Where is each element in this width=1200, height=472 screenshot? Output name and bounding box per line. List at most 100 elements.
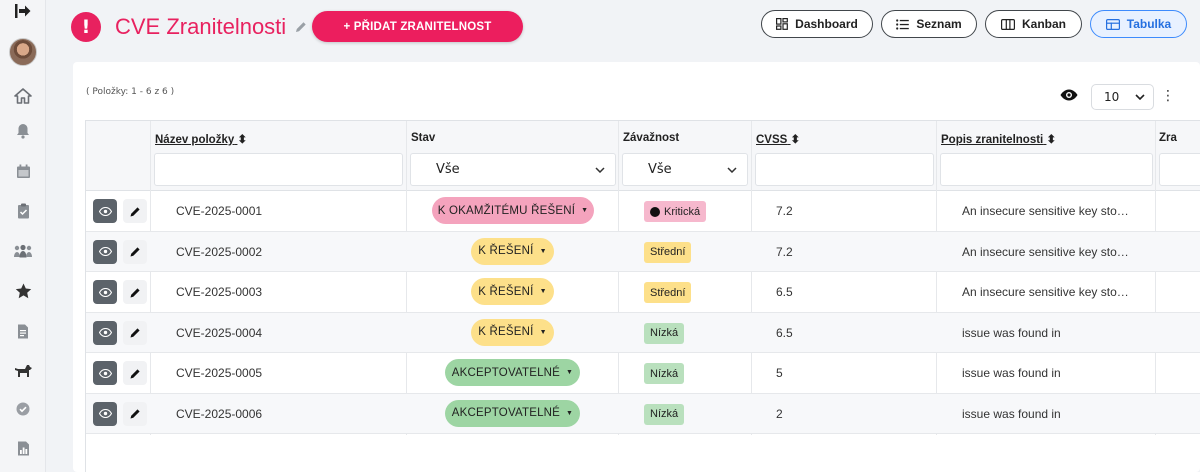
edit-row-button[interactable] [123,199,147,223]
table-row: CVE-2025-0002 K ŘEŠENÍ ▼ Střední 7.2 An i… [86,231,1200,272]
caret-down-icon: ▼ [566,409,574,417]
report-icon[interactable] [0,435,46,461]
view-row-button[interactable] [93,199,117,223]
bell-icon[interactable] [0,118,46,144]
view-dashboard-button[interactable]: Dashboard [761,10,873,38]
edit-row-button[interactable] [123,361,147,385]
logout-icon[interactable] [0,0,46,24]
status-filter-select[interactable]: Vše [410,153,616,186]
view-list-button[interactable]: Seznam [881,10,977,38]
items-count: ( Položky: 1 - 6 z 6 ) [86,87,175,97]
view-row-button[interactable] [93,280,117,304]
calendar-icon[interactable] [0,158,46,184]
cvss-filter-input[interactable] [755,153,934,186]
circle-icon [650,206,660,217]
row-description: An insecure sensitive key sto… [962,244,1129,259]
edit-row-button[interactable] [123,280,147,304]
view-row-button[interactable] [93,239,117,264]
column-cvss-header[interactable]: CVSS ⬍ [756,132,800,146]
check-circle-icon[interactable] [0,396,46,422]
caret-down-icon: ▼ [539,328,547,336]
severity-badge: Střední [644,282,692,303]
status-filter-value: Vše [436,162,460,177]
view-table-button[interactable]: Tabulka [1090,10,1187,38]
page-size-select[interactable]: 10 [1091,84,1154,110]
severity-badge: Kritická [644,201,707,222]
view-kanban-button[interactable]: Kanban [985,10,1082,38]
status-badge[interactable]: K OKAMŽITÉMU ŘEŠENÍ ▼ [432,197,594,224]
kanban-icon [1000,18,1015,30]
row-cvss: 7.2 [776,204,793,218]
pencil-icon[interactable] [295,21,307,37]
eye-icon [98,328,112,337]
page-title: CVE Zranitelnosti [115,14,287,39]
status-badge[interactable]: K ŘEŠENÍ ▼ [471,318,554,346]
sidebar [0,0,46,472]
status-badge[interactable]: AKCEPTOVATELNÉ ▼ [445,399,580,427]
view-row-button[interactable] [93,401,117,426]
row-name[interactable]: CVE-2025-0006 [176,407,262,421]
sort-icon: ⬍ [790,134,801,146]
chevron-down-icon [727,166,737,173]
caret-down-icon: ▼ [539,247,547,255]
add-vulnerability-button[interactable]: + PŘIDAT ZRANITELNOST [312,11,523,42]
column-extra-header: Zra [1159,132,1177,144]
row-name[interactable]: CVE-2025-0004 [176,326,262,340]
severity-badge: Nízká [644,363,685,384]
severity-badge: Střední [644,241,692,263]
eye-icon[interactable] [1060,89,1078,104]
eye-icon [98,287,112,297]
chevron-down-icon [1135,94,1145,100]
status-badge[interactable]: AKCEPTOVATELNÉ ▼ [445,359,580,386]
dog-icon[interactable] [0,357,46,383]
status-badge[interactable]: K ŘEŠENÍ ▼ [471,237,554,265]
table-row: CVE-2025-0006 AKCEPTOVATELNÉ ▼ Nízká 2 is… [86,393,1200,434]
row-description: An insecure sensitive key sto… [962,204,1129,218]
home-icon[interactable] [0,83,46,109]
view-row-button[interactable] [93,361,117,385]
name-filter-input[interactable] [154,153,403,186]
status-badge[interactable]: K ŘEŠENÍ ▼ [471,278,554,305]
view-label: Tabulka [1126,17,1172,31]
sort-icon: ⬍ [1046,134,1057,146]
row-cvss: 7.2 [776,244,793,259]
users-icon[interactable] [0,238,46,264]
eye-icon [98,409,112,418]
caret-down-icon: ▼ [581,207,589,214]
pencil-icon [130,287,140,297]
row-name[interactable]: CVE-2025-0001 [176,204,262,218]
row-name[interactable]: CVE-2025-0002 [176,245,262,259]
eye-icon [98,368,112,378]
view-row-button[interactable] [93,320,117,345]
view-label: Kanban [1021,17,1066,31]
user-avatar[interactable] [0,37,46,67]
severity-filter-value: Vše [648,162,672,177]
row-name[interactable]: CVE-2025-0005 [176,366,262,380]
vulnerability-table: Název položky ⬍ Stav Závažnost CVSS ⬍ Po… [85,120,1200,472]
severity-badge: Nízká [644,322,685,344]
column-severity-header: Závažnost [623,132,680,144]
table-row: CVE-2025-0005 AKCEPTOVATELNÉ ▼ Nízká 5 is… [86,353,1200,394]
table-row: CVE-2025-0004 K ŘEŠENÍ ▼ Nízká 6.5 issue … [86,312,1200,353]
clipboard-icon[interactable] [0,198,46,224]
page-size-value: 10 [1104,90,1120,104]
severity-filter-select[interactable]: Vše [622,153,748,186]
description-filter-input[interactable] [940,153,1153,186]
edit-row-button[interactable] [123,401,147,426]
sort-icon: ⬍ [237,134,248,146]
pencil-icon [130,409,140,419]
avatar[interactable] [9,38,37,66]
extra-filter-input[interactable] [1159,153,1200,186]
table-icon [1105,18,1120,30]
column-description-header[interactable]: Popis zranitelnosti ⬍ [941,132,1056,146]
document-icon[interactable] [0,318,46,344]
list-icon [896,18,910,30]
edit-row-button[interactable] [123,239,147,264]
edit-row-button[interactable] [123,320,147,345]
star-icon[interactable] [0,278,46,304]
pencil-icon [130,328,140,338]
column-name-header[interactable]: Název položky ⬍ [155,132,247,146]
row-cvss: 6.5 [776,325,793,340]
row-name[interactable]: CVE-2025-0003 [176,285,262,299]
more-options-icon[interactable]: ⋮ [1161,89,1175,103]
